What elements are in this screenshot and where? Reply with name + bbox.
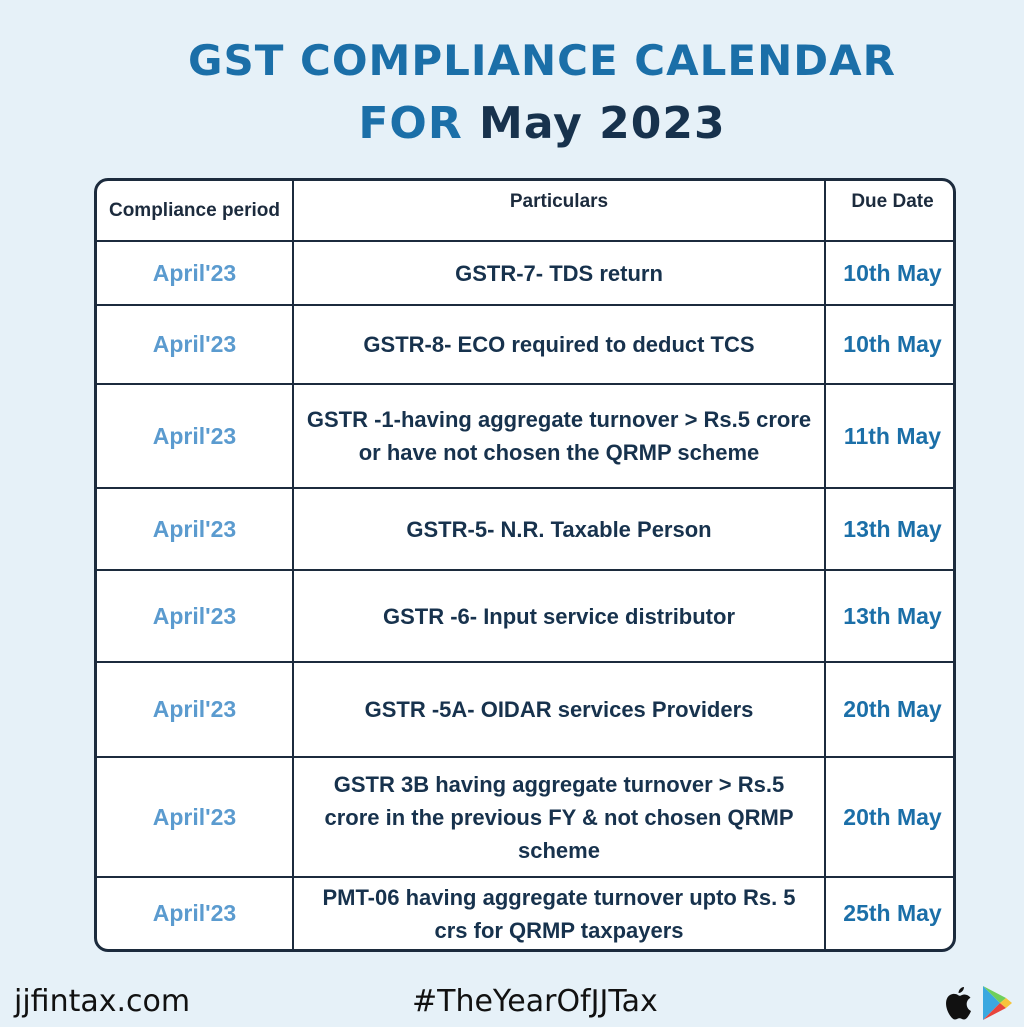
row-particulars: GSTR-5- N.R. Taxable Person — [406, 516, 712, 542]
header-period: Compliance period — [108, 199, 281, 221]
row-period: April'23 — [152, 331, 237, 357]
row-due-date: 10th May — [843, 331, 942, 357]
row-period: April'23 — [152, 602, 237, 629]
row-due-date: 11th May — [843, 422, 942, 449]
table-row: April'23 GSTR-8- ECO required to deduct … — [97, 306, 953, 385]
row-period: April'23 — [152, 259, 237, 286]
table-row: April'23 GSTR -1-having aggregate turnov… — [97, 385, 953, 489]
row-due-date: 20th May — [843, 696, 942, 722]
row-period: April'23 — [152, 696, 237, 722]
page-title: GST COMPLIANCE CALENDAR — [188, 36, 896, 85]
compliance-table: Compliance period Particulars Due Date A… — [94, 178, 956, 952]
website-link[interactable]: jjfintax.com — [14, 984, 190, 1019]
row-due-date: 13th May — [843, 515, 942, 542]
row-particulars: GSTR-7- TDS return — [455, 260, 663, 286]
row-particulars: GSTR-8- ECO required to deduct TCS — [363, 332, 755, 357]
row-particulars: GSTR -5A- OIDAR services Providers — [364, 697, 754, 722]
table-row: April'23 GSTR-7- TDS return 10th May — [97, 242, 953, 306]
header-particulars: Particulars — [292, 181, 826, 240]
row-particulars: GSTR 3B having aggregate turnover > Rs.5… — [324, 771, 794, 863]
row-period: April'23 — [152, 422, 237, 449]
subtitle-month: May 2023 — [479, 98, 726, 149]
apple-icon[interactable] — [940, 984, 976, 1027]
app-store-icons — [940, 984, 1014, 1027]
row-due-date: 13th May — [843, 602, 942, 629]
row-due-date: 20th May — [843, 803, 942, 830]
row-due-date: 25th May — [843, 900, 942, 926]
row-particulars: GSTR -6- Input service distributor — [382, 603, 736, 629]
table-row: April'23 GSTR 3B having aggregate turnov… — [97, 758, 953, 878]
row-period: April'23 — [152, 803, 237, 830]
header-due-date: Due Date — [851, 191, 934, 212]
table-row: April'23 GSTR -5A- OIDAR services Provid… — [97, 663, 953, 758]
table-row: April'23 GSTR-5- N.R. Taxable Person 13t… — [97, 489, 953, 571]
row-due-date: 10th May — [843, 259, 942, 286]
row-particulars: PMT-06 having aggregate turnover upto Rs… — [322, 884, 796, 943]
table-row: April'23 PMT-06 having aggregate turnove… — [97, 878, 953, 949]
page-subtitle: FOR May 2023 — [30, 98, 1024, 149]
row-particulars: GSTR -1-having aggregate turnover > Rs.5… — [306, 407, 812, 465]
google-play-icon[interactable] — [980, 984, 1014, 1027]
table-row: April'23 GSTR -6- Input service distribu… — [97, 571, 953, 663]
row-period: April'23 — [152, 900, 237, 926]
subtitle-prefix: FOR — [358, 98, 463, 149]
row-period: April'23 — [152, 515, 237, 542]
hashtag: #TheYearOfJJTax — [412, 984, 658, 1019]
table-header-row: Compliance period Particulars Due Date — [97, 181, 953, 242]
